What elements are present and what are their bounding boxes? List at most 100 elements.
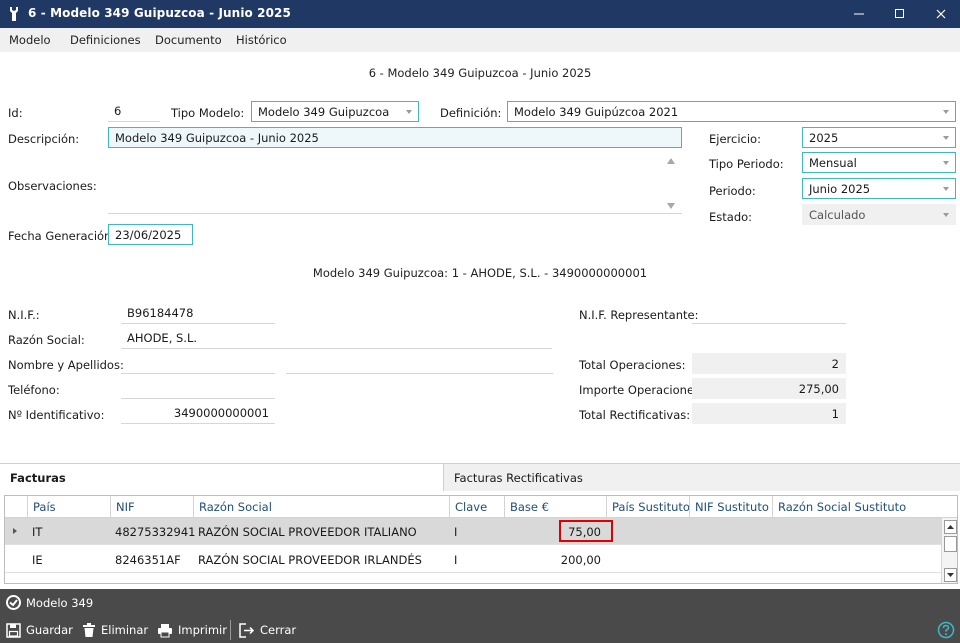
total-rectificativas-label: Total Rectificativas: (579, 408, 691, 422)
cell-razon-social: RAZÓN SOCIAL PROVEEDOR IRLANDÉS (198, 553, 422, 567)
table-row[interactable]: IT 48275332941 RAZÓN SOCIAL PROVEEDOR IT… (5, 518, 941, 545)
telefono-field[interactable] (121, 378, 275, 399)
guardar-button[interactable]: Guardar (6, 620, 73, 640)
descripcion-input[interactable]: Modelo 349 Guipuzcoa - Junio 2025 (108, 127, 682, 148)
scroll-thumb[interactable] (944, 536, 957, 552)
total-rectificativas-field: 1 (692, 403, 846, 424)
col-razon-social[interactable]: Razón Social (193, 496, 449, 518)
chevron-down-icon (943, 136, 949, 140)
cell-pais: IE (32, 553, 43, 567)
num-identificativo-field[interactable]: 3490000000001 (121, 403, 275, 424)
tipo-periodo-value: Mensual (809, 156, 857, 170)
chevron-down-icon (943, 213, 949, 217)
minimize-button[interactable] (840, 0, 878, 28)
col-nif[interactable]: NIF (110, 496, 193, 518)
eliminar-button[interactable]: Eliminar (82, 620, 148, 640)
scroll-down-icon[interactable] (667, 203, 675, 209)
id-field[interactable]: 6 (108, 101, 160, 122)
bottom-toolbar: Guardar Eliminar Imprimir Cerrar (0, 617, 960, 643)
cell-pais: IT (32, 525, 43, 539)
imprimir-button[interactable]: Imprimir (157, 620, 227, 640)
eliminar-label: Eliminar (101, 623, 149, 637)
guardar-label: Guardar (26, 623, 73, 637)
razon-social-field[interactable]: AHODE, S.L. (121, 328, 552, 349)
wrench-icon (10, 7, 18, 21)
nif-representante-field[interactable] (692, 303, 846, 324)
menu-historico[interactable]: Histórico (236, 33, 287, 47)
chevron-up-icon (947, 525, 954, 529)
ejercicio-value: 2025 (809, 131, 839, 145)
menu-modelo[interactable]: Modelo (9, 33, 51, 47)
scroll-up-button[interactable] (944, 520, 957, 534)
estado-select[interactable]: Calculado (802, 204, 956, 225)
col-pais[interactable]: País (27, 496, 110, 518)
scroll-down-button[interactable] (944, 568, 957, 582)
descripcion-label: Descripción: (8, 132, 80, 146)
status-bar: Modelo 349 (0, 589, 960, 617)
facturas-grid: País NIF Razón Social Clave Base € País … (4, 495, 958, 584)
scroll-up-icon[interactable] (667, 158, 675, 164)
col-clave[interactable]: Clave (449, 496, 504, 518)
tipo-periodo-select[interactable]: Mensual (802, 152, 956, 173)
table-row[interactable]: IE 8246351AF RAZÓN SOCIAL PROVEEDOR IRLA… (5, 546, 941, 573)
chevron-down-icon (943, 161, 949, 165)
help-icon[interactable] (937, 621, 955, 639)
grid-scrollbar[interactable] (941, 518, 957, 583)
num-identificativo-label: Nº Identificativo: (8, 408, 105, 422)
exit-icon (239, 622, 255, 638)
nombre-apellidos-label: Nombre y Apellidos: (8, 358, 124, 372)
tab-facturas[interactable]: Facturas (0, 463, 444, 491)
nombre-field[interactable] (121, 353, 275, 374)
observaciones-label: Observaciones: (8, 179, 97, 193)
nif-field[interactable]: B96184478 (121, 303, 275, 324)
apellidos-field[interactable] (286, 353, 553, 374)
col-pais-sustituto[interactable]: País Sustituto (606, 496, 690, 518)
imprimir-label: Imprimir (178, 623, 227, 637)
window-title: 6 - Modelo 349 Guipuzcoa - Junio 2025 (28, 6, 291, 20)
close-button[interactable] (922, 0, 960, 28)
highlight-box (559, 520, 613, 542)
printer-icon (158, 623, 172, 637)
periodo-select[interactable]: Junio 2025 (802, 178, 956, 199)
tab-facturas-rectificativas[interactable]: Facturas Rectificativas (444, 463, 960, 491)
total-operaciones-label: Total Operaciones: (579, 358, 686, 372)
telefono-label: Teléfono: (8, 383, 60, 397)
col-base[interactable]: Base € (504, 496, 606, 518)
importe-operaciones-label: Importe Operaciones: (579, 383, 704, 397)
periodo-label: Periodo: (709, 184, 756, 198)
id-label: Id: (8, 106, 23, 120)
maximize-icon (895, 9, 904, 18)
toolbar-separator (230, 620, 231, 640)
definicion-select[interactable]: Modelo 349 Guipúzcoa 2021 (507, 101, 956, 122)
tab-strip: Facturas Facturas Rectificativas (0, 463, 960, 491)
razon-social-label: Razón Social: (8, 333, 85, 347)
observaciones-textarea[interactable] (108, 152, 682, 214)
close-icon (936, 9, 946, 19)
fecha-generacion-input[interactable]: 23/06/2025 (108, 224, 193, 245)
col-nif-sustituto[interactable]: NIF Sustituto (689, 496, 772, 518)
cell-clave: I (454, 553, 458, 567)
tipo-modelo-select[interactable]: Modelo 349 Guipuzcoa (251, 101, 419, 122)
menu-definiciones[interactable]: Definiciones (70, 33, 141, 47)
menu-documento[interactable]: Documento (155, 33, 222, 47)
form-heading: 6 - Modelo 349 Guipuzcoa - Junio 2025 (368, 66, 592, 80)
chevron-down-icon (943, 187, 949, 191)
tipo-periodo-label: Tipo Periodo: (709, 157, 784, 171)
chevron-down-icon (406, 110, 412, 114)
cell-nif: 48275332941 (115, 525, 196, 539)
maximize-button[interactable] (881, 0, 919, 28)
definicion-value: Modelo 349 Guipúzcoa 2021 (514, 105, 679, 119)
estado-value: Calculado (809, 208, 866, 222)
col-razon-social-sustituto[interactable]: Razón Social Sustituto (772, 496, 941, 518)
chevron-down-icon (943, 110, 949, 114)
periodo-value: Junio 2025 (809, 182, 871, 196)
cerrar-button[interactable]: Cerrar (239, 620, 296, 640)
status-label: Modelo 349 (26, 596, 94, 610)
cell-razon-social: RAZÓN SOCIAL PROVEEDOR ITALIANO (198, 525, 417, 539)
ejercicio-select[interactable]: 2025 (802, 127, 956, 148)
cerrar-label: Cerrar (260, 623, 297, 637)
cell-clave: I (454, 525, 458, 539)
estado-label: Estado: (709, 210, 753, 224)
trash-icon (83, 622, 95, 637)
grid-header: País NIF Razón Social Clave Base € País … (5, 496, 957, 518)
